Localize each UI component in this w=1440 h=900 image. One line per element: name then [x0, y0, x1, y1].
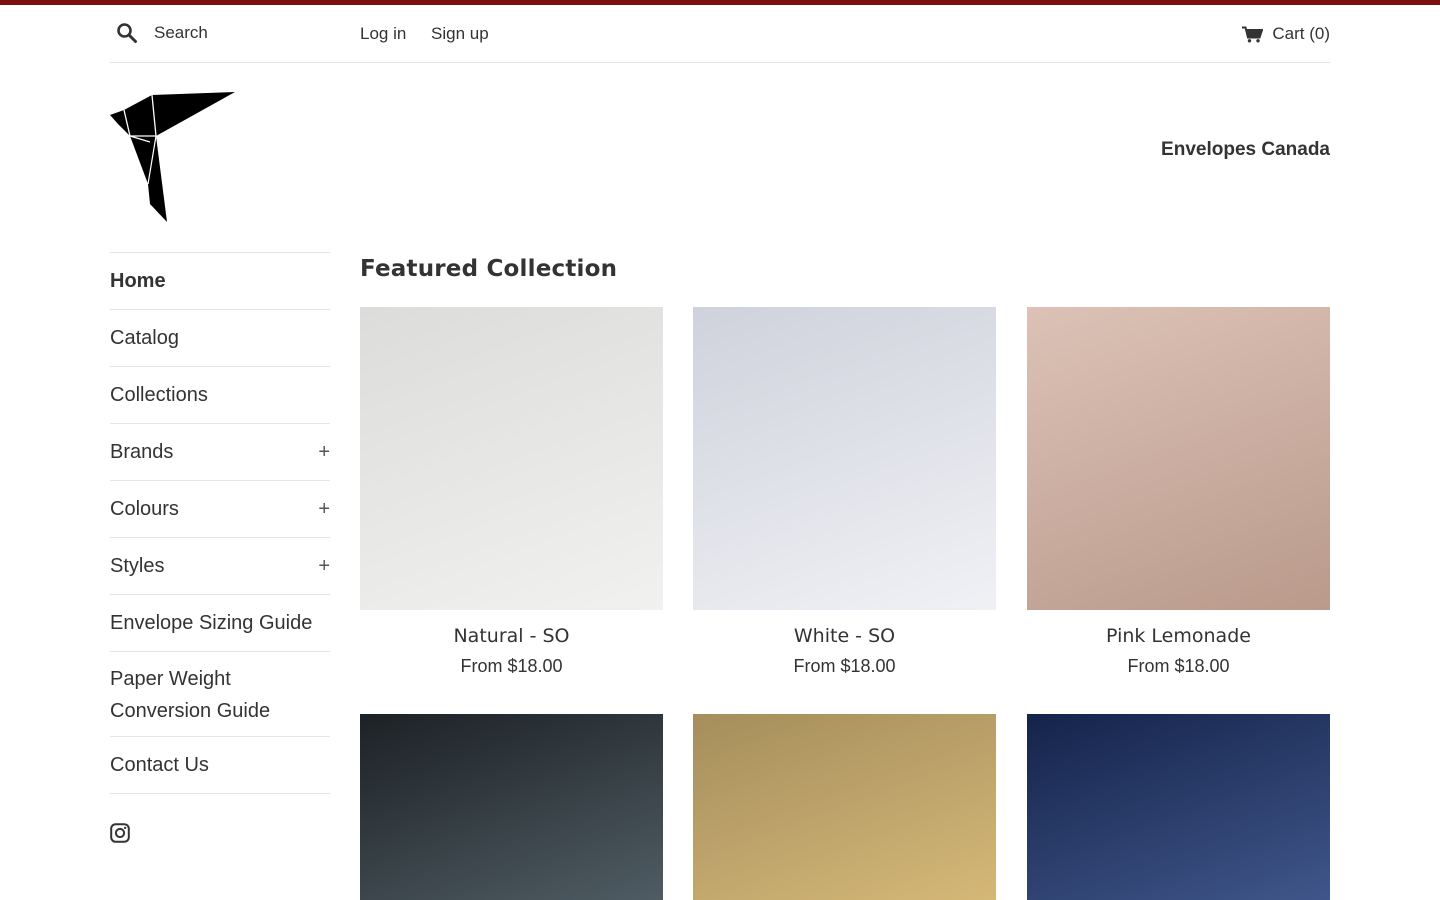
sidebar-item-envelope-sizing-guide[interactable]: Envelope Sizing Guide	[110, 595, 330, 652]
expand-plus-icon[interactable]: +	[318, 554, 330, 579]
sidebar-item-colours[interactable]: Colours +	[110, 481, 330, 538]
product-image[interactable]	[693, 714, 996, 900]
product-price: From $18.00	[1127, 656, 1230, 676]
store-name[interactable]: Envelopes Canada	[1161, 139, 1330, 161]
login-link[interactable]: Log in	[360, 24, 406, 44]
product-price: From $18.00	[460, 656, 563, 676]
signup-link[interactable]: Sign up	[431, 24, 489, 44]
sidebar-item-contact-us[interactable]: Contact Us	[110, 737, 330, 794]
product-image[interactable]	[360, 714, 663, 900]
product-name[interactable]: Natural - SO	[360, 625, 663, 647]
cart-label: Cart (0)	[1272, 24, 1330, 43]
sidebar-item-label: Paper Weight Conversion Guide	[110, 668, 271, 722]
product-image[interactable]	[693, 307, 996, 610]
product-card[interactable]	[360, 714, 663, 900]
product-name[interactable]: White - SO	[693, 625, 996, 647]
product-image[interactable]	[1027, 307, 1330, 610]
sidebar-item-label: Contact Us	[110, 754, 209, 776]
sidebar-item-label: Brands	[110, 441, 174, 463]
sidebar-item-catalog[interactable]: Catalog	[110, 310, 330, 367]
sidebar-item-label: Catalog	[110, 327, 179, 349]
sidebar-item-label: Collections	[110, 384, 208, 406]
product-card[interactable]: White - SO From $18.00	[693, 307, 996, 677]
product-image[interactable]	[1027, 714, 1330, 900]
expand-plus-icon[interactable]: +	[318, 440, 330, 465]
origami-bird-logo[interactable]	[110, 92, 236, 222]
sidebar-item-collections[interactable]: Collections	[110, 367, 330, 424]
site-header: Log in Sign up Cart (0)	[110, 5, 1330, 63]
sidebar-item-label: Home	[110, 270, 166, 292]
expand-plus-icon[interactable]: +	[318, 497, 330, 522]
instagram-icon[interactable]	[110, 823, 130, 843]
sidebar-item-label: Styles	[110, 555, 165, 577]
cart-icon	[1242, 26, 1264, 42]
sidebar-item-brands[interactable]: Brands +	[110, 424, 330, 481]
product-card[interactable]	[693, 714, 996, 900]
featured-collection-title: Featured Collection	[360, 256, 618, 282]
product-image[interactable]	[360, 307, 663, 610]
product-card[interactable]	[1027, 714, 1330, 900]
sidebar-item-home[interactable]: Home	[110, 253, 330, 310]
product-price: From $18.00	[793, 656, 896, 676]
search-input[interactable]	[154, 19, 344, 47]
sidebar-item-styles[interactable]: Styles +	[110, 538, 330, 595]
sidebar-item-label: Colours	[110, 498, 179, 520]
sidebar-item-paper-weight-guide[interactable]: Paper Weight Conversion Guide	[110, 652, 330, 737]
sidebar-nav: Home Catalog Collections Brands + Colours…	[110, 252, 330, 794]
search-icon[interactable]	[116, 22, 138, 44]
product-card[interactable]: Natural - SO From $18.00	[360, 307, 663, 677]
sidebar-item-label: Envelope Sizing Guide	[110, 612, 313, 634]
cart-link[interactable]: Cart (0)	[1242, 24, 1330, 44]
product-card[interactable]: Pink Lemonade From $18.00	[1027, 307, 1330, 677]
product-name[interactable]: Pink Lemonade	[1027, 625, 1330, 647]
